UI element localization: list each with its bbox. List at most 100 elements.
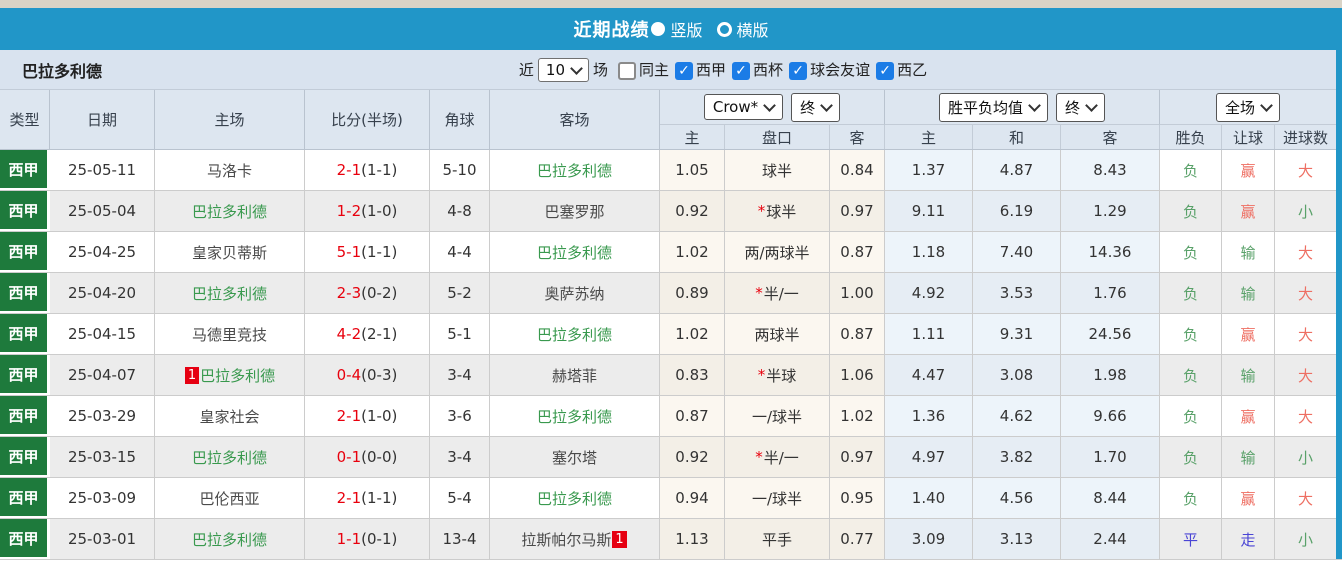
league-cell: 西甲 (0, 232, 50, 272)
handicap-text: 球半 (766, 202, 797, 221)
corners-cell: 3-4 (430, 355, 490, 395)
win-loss-cell: 负 (1160, 396, 1222, 436)
header-col-5: 角球 (430, 90, 490, 149)
header-group-3: 全场 (1160, 90, 1336, 125)
goals-result-cell: 大 (1297, 243, 1313, 262)
handicap-line-cell: 平手 (725, 519, 830, 559)
bookmaker-select-value: Crow* (712, 98, 759, 116)
team-name-text: 巴拉多利德 (536, 243, 612, 262)
header-sub-客: 客 (1061, 125, 1160, 149)
handicap-home-odds-cell: 0.87 (660, 396, 725, 436)
handicap-star: * (755, 284, 763, 302)
handicap-home-odds-cell: 0.94 (660, 478, 725, 518)
win-loss-cell: 负 (1160, 437, 1222, 477)
away-team-cell: 赫塔菲 (490, 355, 660, 395)
checkbox-league-3[interactable]: ✓ (789, 61, 808, 80)
header-col-6: 客场 (490, 90, 660, 149)
handicap-line-cell: 两/两球半 (725, 232, 830, 272)
league-cell: 西甲 (0, 519, 50, 559)
bookmaker-select[interactable]: Crow* (703, 94, 784, 120)
handicap-text: 半/一 (763, 284, 799, 303)
goals-result-cell: 小 (1297, 530, 1313, 549)
league-cell: 西甲 (0, 150, 50, 190)
date-cell: 25-04-07 (50, 355, 155, 395)
avg-home-odds-cell: 4.97 (885, 437, 973, 477)
league-filter-checkboxes: 同主 ✓ 西甲 ✓ 西杯 ✓ 球会友谊 ✓ 西乙 (612, 59, 927, 80)
match-row: 西甲 25-03-01 巴拉多利德 1-1 (0-1) 13-4 拉斯帕尔马斯 1 1.13 平手… (0, 519, 1342, 560)
avg-away-odds-cell: 14.36 (1061, 232, 1160, 272)
half-time-score: (1-1) (361, 243, 398, 261)
handicap-home-odds-cell: 1.05 (660, 150, 725, 190)
header-col-2: 日期 (50, 90, 155, 149)
handicap-time-select[interactable]: 终 (791, 92, 841, 122)
chevron-down-icon (763, 99, 776, 112)
match-count-select[interactable]: 10 (537, 57, 589, 82)
match-row: 西甲 25-03-09 巴伦西亚 2-1 (1-1) 5-4 巴拉多利德 0.94 一/球半 0.… (0, 478, 1342, 519)
team-name-text: 巴拉多利德 (536, 489, 612, 508)
handicap-time-select-value: 终 (800, 98, 816, 117)
handicap-line-cell: * 半/一 (725, 437, 830, 477)
radio-vertical-selected-icon[interactable] (651, 22, 666, 36)
handicap-away-odds-cell: 0.87 (830, 232, 885, 272)
checkbox-league-4[interactable]: ✓ (876, 61, 895, 80)
handicap-line-cell: 一/球半 (725, 478, 830, 518)
avg-odds-select[interactable]: 胜平负均值 (938, 92, 1048, 122)
filter-bar: 巴拉多利德 近 10 场 同主 ✓ 西甲 ✓ 西杯 ✓ 球会友谊 ✓ 西乙 (0, 50, 1342, 90)
corners-cell: 5-1 (430, 314, 490, 354)
goals-result-cell: 大 (1297, 325, 1313, 344)
checkbox-league-1[interactable]: ✓ (675, 61, 694, 80)
handicap-away-odds-cell: 0.77 (830, 519, 885, 559)
date-cell: 25-04-20 (50, 273, 155, 313)
home-team-cell: 皇家社会 (155, 396, 305, 436)
handicap-line-cell: * 球半 (725, 191, 830, 231)
league-cell: 西甲 (0, 396, 50, 436)
avg-draw-odds-cell: 4.87 (973, 150, 1061, 190)
half-time-score: (1-1) (361, 489, 398, 507)
score-cell: 0-4 (0-3) (305, 355, 430, 395)
avg-home-odds-cell: 4.47 (885, 355, 973, 395)
match-row: 西甲 25-05-11 马洛卡 2-1 (1-1) 5-10 巴拉多利德 1.05 球半 0.84… (0, 150, 1342, 191)
avg-draw-odds-cell: 3.82 (973, 437, 1061, 477)
team-name: 巴拉多利德 (22, 61, 103, 81)
checkbox-league-2[interactable]: ✓ (732, 61, 751, 80)
avg-away-odds-cell: 2.44 (1061, 519, 1160, 559)
handicap-star: * (757, 366, 766, 384)
top-strip (0, 0, 1342, 8)
full-time-score: 1-1 (336, 530, 362, 548)
full-match-select[interactable]: 全场 (1215, 92, 1280, 122)
team-name-text: 拉斯帕尔马斯 (521, 530, 612, 549)
date-cell: 25-03-29 (50, 396, 155, 436)
handicap-star: * (755, 448, 763, 466)
title-bar: 近期战绩 竖版 横版 (0, 8, 1342, 50)
score-cell: 2-1 (1-0) (305, 396, 430, 436)
page-title: 近期战绩 (573, 20, 650, 41)
avg-time-select[interactable]: 终 (1056, 92, 1106, 122)
checkbox-same-venue[interactable] (618, 61, 637, 80)
handicap-away-odds-cell: 0.87 (830, 314, 885, 354)
date-cell: 25-03-15 (50, 437, 155, 477)
radio-horizontal-icon[interactable] (716, 21, 732, 37)
handicap-line-cell: * 半/一 (725, 273, 830, 313)
radio-horizontal-label[interactable]: 横版 (737, 17, 769, 41)
corners-cell: 5-4 (430, 478, 490, 518)
handicap-text: 一/球半 (751, 489, 803, 508)
handicap-away-odds-cell: 0.84 (830, 150, 885, 190)
half-time-score: (0-3) (361, 366, 398, 384)
date-cell: 25-05-11 (50, 150, 155, 190)
avg-home-odds-cell: 1.18 (885, 232, 973, 272)
avg-home-odds-cell: 1.37 (885, 150, 973, 190)
match-row: 西甲 25-05-04 巴拉多利德 1-2 (1-0) 4-8 巴塞罗那 0.92 * 球半 0.9… (0, 191, 1342, 232)
team-name-text: 巴拉多利德 (191, 202, 267, 221)
handicap-home-odds-cell: 1.13 (660, 519, 725, 559)
radio-vertical-label[interactable]: 竖版 (670, 17, 702, 41)
half-time-score: (0-0) (361, 448, 398, 466)
avg-time-select-value: 终 (1065, 98, 1081, 117)
date-cell: 25-04-25 (50, 232, 155, 272)
win-loss-cell: 负 (1160, 191, 1222, 231)
games-label: 场 (593, 61, 609, 79)
checkbox-label: 同主 (639, 61, 670, 79)
full-time-score: 4-2 (336, 325, 362, 343)
score-cell: 2-3 (0-2) (305, 273, 430, 313)
home-team-cell: 巴拉多利德 (155, 519, 305, 559)
full-time-score: 2-1 (336, 407, 362, 425)
